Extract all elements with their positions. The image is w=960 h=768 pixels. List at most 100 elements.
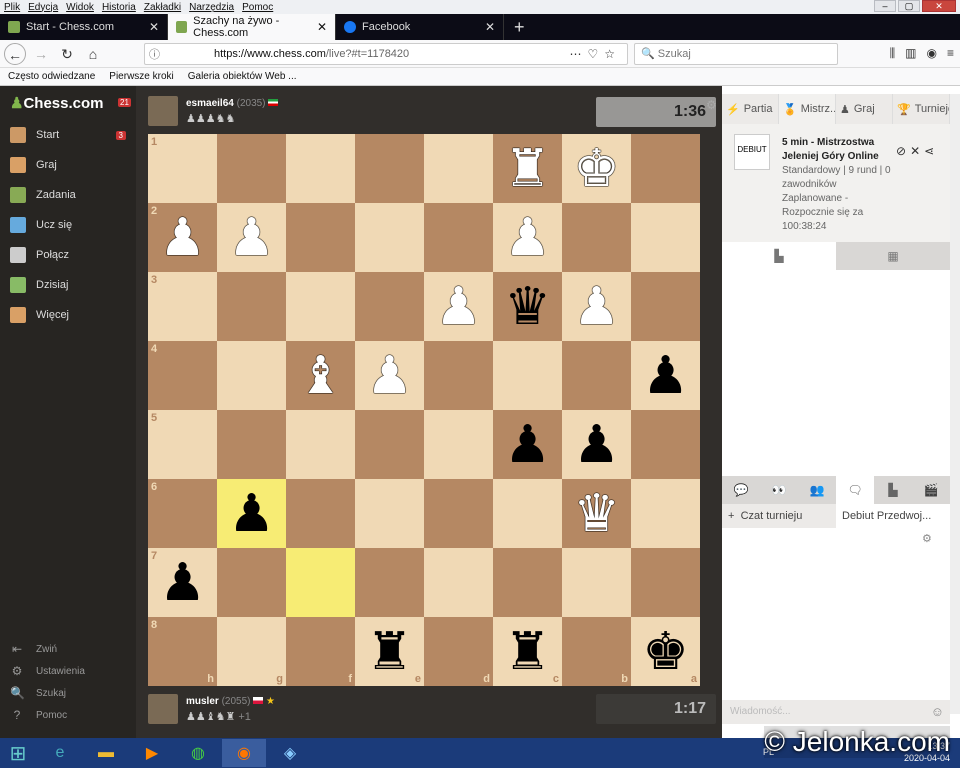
white-pawn-piece[interactable]: ♟ bbox=[228, 212, 275, 264]
home-button[interactable]: ⌂ bbox=[82, 43, 104, 65]
chat-icon[interactable]: 💬 bbox=[722, 476, 760, 504]
white-pawn-piece[interactable]: ♟ bbox=[504, 212, 551, 264]
square-b2[interactable] bbox=[562, 203, 631, 272]
info-icon[interactable]: ⓘ bbox=[149, 46, 160, 62]
avatar[interactable] bbox=[148, 694, 178, 724]
white-pawn-piece[interactable]: ♟ bbox=[573, 281, 620, 333]
tab-start[interactable]: Start - Chess.com ✕ bbox=[0, 14, 168, 40]
square-b8[interactable]: b bbox=[562, 617, 631, 686]
tab-graj[interactable]: ♟ Graj bbox=[836, 94, 893, 124]
square-h3[interactable]: 3 bbox=[148, 272, 217, 341]
media-icon[interactable]: ▶ bbox=[130, 739, 174, 767]
square-e6[interactable] bbox=[355, 479, 424, 548]
square-f1[interactable] bbox=[286, 134, 355, 203]
square-d5[interactable] bbox=[424, 410, 493, 479]
square-g2[interactable]: ♟ bbox=[217, 203, 286, 272]
black-pawn-piece[interactable]: ♟ bbox=[573, 419, 620, 471]
chat-settings-icon[interactable]: ⚙ bbox=[922, 532, 932, 545]
white-pawn-piece[interactable]: ♟ bbox=[159, 212, 206, 264]
black-pawn-piece[interactable]: ♟ bbox=[228, 488, 275, 540]
black-pawn-piece[interactable]: ♟ bbox=[504, 419, 551, 471]
tab-mistrz[interactable]: 🏅 Mistrz... bbox=[779, 94, 836, 124]
square-g1[interactable] bbox=[217, 134, 286, 203]
bookmark-item[interactable]: Pierwsze kroki bbox=[109, 71, 173, 82]
standings-icon[interactable]: ▙ bbox=[874, 476, 912, 504]
messages-icon[interactable]: 🗨 bbox=[836, 476, 874, 504]
sidebar-item-2[interactable]: Zadania bbox=[10, 184, 130, 206]
square-c7[interactable] bbox=[493, 548, 562, 617]
white-queen-piece[interactable]: ♛ bbox=[573, 488, 620, 540]
square-a2[interactable] bbox=[631, 203, 700, 272]
chrome-icon[interactable]: ◍ bbox=[176, 739, 220, 767]
chat-channel-tournament[interactable]: + Czat turnieju bbox=[722, 504, 836, 528]
tab-partia[interactable]: ⚡ Partia bbox=[722, 94, 779, 124]
square-h7[interactable]: 7 ♟ bbox=[148, 548, 217, 617]
binoculars-icon[interactable]: 👀 bbox=[760, 476, 798, 504]
square-d1[interactable] bbox=[424, 134, 493, 203]
square-e7[interactable] bbox=[355, 548, 424, 617]
forward-button[interactable]: → bbox=[30, 43, 52, 65]
sidebar-bottom-item-2[interactable]: 🔍 Szukaj bbox=[10, 684, 66, 702]
tab-close-icon[interactable]: ✕ bbox=[149, 20, 159, 34]
square-d6[interactable] bbox=[424, 479, 493, 548]
standings-tab[interactable]: ▙ bbox=[722, 242, 836, 270]
square-b7[interactable] bbox=[562, 548, 631, 617]
games-tab[interactable]: ▦ bbox=[836, 242, 950, 270]
square-h1[interactable]: 1 bbox=[148, 134, 217, 203]
square-c6[interactable] bbox=[493, 479, 562, 548]
chat-channel-club[interactable]: Debiut Przedwoj... bbox=[836, 504, 950, 528]
square-g7[interactable] bbox=[217, 548, 286, 617]
square-c5[interactable]: ♟ bbox=[493, 410, 562, 479]
square-g5[interactable] bbox=[217, 410, 286, 479]
scrollbar[interactable] bbox=[950, 94, 960, 714]
square-b1[interactable]: ♚ bbox=[562, 134, 631, 203]
square-h2[interactable]: 2 ♟ bbox=[148, 203, 217, 272]
square-f7[interactable] bbox=[286, 548, 355, 617]
bookmark-item[interactable]: Galeria obiektów Web ... bbox=[188, 71, 297, 82]
sidebar-item-4[interactable]: Połącz bbox=[10, 244, 130, 266]
square-f6[interactable] bbox=[286, 479, 355, 548]
square-a1[interactable] bbox=[631, 134, 700, 203]
back-button[interactable]: ← bbox=[4, 42, 26, 65]
close-icon[interactable]: ✕ bbox=[910, 144, 924, 158]
sidebar-item-3[interactable]: Ucz się bbox=[10, 214, 130, 236]
white-king-piece[interactable]: ♚ bbox=[573, 143, 620, 195]
menu-item[interactable]: Narzędzia bbox=[189, 2, 234, 13]
sidebar-item-5[interactable]: Dzisiaj bbox=[10, 274, 130, 296]
square-b3[interactable]: ♟ bbox=[562, 272, 631, 341]
player-name[interactable]: musler bbox=[186, 696, 219, 707]
square-e1[interactable] bbox=[355, 134, 424, 203]
menu-item[interactable]: Historia bbox=[102, 2, 136, 13]
people-icon[interactable]: 👥 bbox=[798, 476, 836, 504]
square-c3[interactable]: ♛ bbox=[493, 272, 562, 341]
sidebar-bottom-item-1[interactable]: ⚙ Ustawienia bbox=[10, 662, 85, 680]
square-a6[interactable] bbox=[631, 479, 700, 548]
square-g8[interactable]: g bbox=[217, 617, 286, 686]
square-a8[interactable]: a ♚ bbox=[631, 617, 700, 686]
new-tab-button[interactable]: + bbox=[504, 14, 535, 40]
sidebar-item-1[interactable]: Graj bbox=[10, 154, 130, 176]
menu-item[interactable]: Pomoc bbox=[242, 2, 273, 13]
square-c4[interactable] bbox=[493, 341, 562, 410]
tab-facebook[interactable]: Facebook ✕ bbox=[336, 14, 504, 40]
square-d4[interactable] bbox=[424, 341, 493, 410]
account-icon[interactable]: ◉ bbox=[927, 46, 937, 61]
close-window-button[interactable]: ✕ bbox=[922, 0, 956, 12]
square-c2[interactable]: ♟ bbox=[493, 203, 562, 272]
square-f5[interactable] bbox=[286, 410, 355, 479]
square-b6[interactable]: ♛ bbox=[562, 479, 631, 548]
square-h5[interactable]: 5 bbox=[148, 410, 217, 479]
white-pawn-piece[interactable]: ♟ bbox=[435, 281, 482, 333]
square-g3[interactable] bbox=[217, 272, 286, 341]
chess-board[interactable]: 1 ♜ ♚ 2 ♟ ♟ ♟ 3 ♟ ♛ ♟ 4 ♝ ♟ ♟ 5 ♟ ♟ 6 ♟ ♛ 7 ♟ 8 h g f e ♜ d c ♜ b a ♚ bbox=[148, 134, 700, 686]
tournament-title[interactable]: 5 min - Mistrzostwa Jeleniej Góry Online bbox=[782, 136, 902, 164]
sidebar-bottom-item-0[interactable]: ⇤ Zwiń bbox=[10, 640, 57, 658]
player-name[interactable]: esmaeil64 bbox=[186, 98, 234, 109]
square-a5[interactable] bbox=[631, 410, 700, 479]
square-a7[interactable] bbox=[631, 548, 700, 617]
square-e5[interactable] bbox=[355, 410, 424, 479]
chess-logo[interactable]: ♟Chess.com bbox=[10, 94, 104, 112]
reload-button[interactable]: ↻ bbox=[56, 43, 78, 65]
settings-gear-icon[interactable]: ⚙ bbox=[706, 98, 717, 112]
firefox-icon[interactable]: ◉ bbox=[222, 739, 266, 767]
